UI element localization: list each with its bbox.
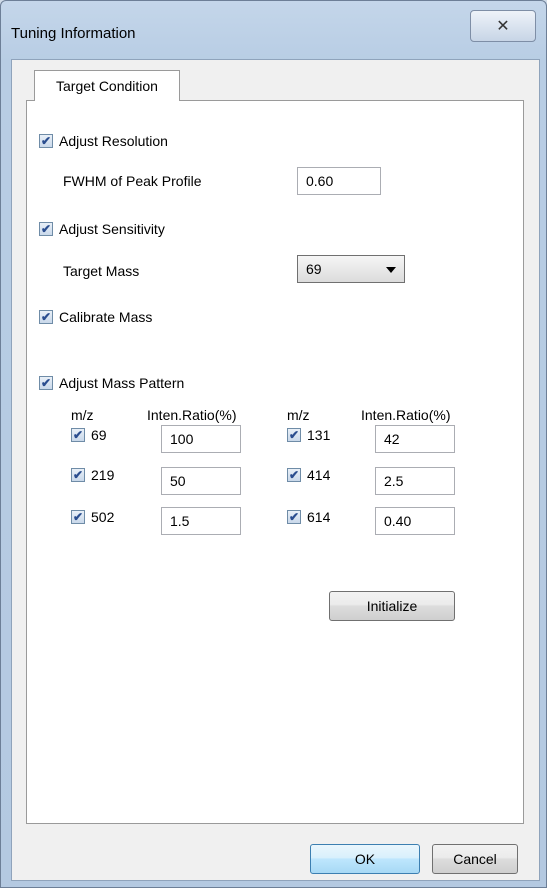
checkmark-icon: ✔ [71, 510, 85, 524]
ok-button[interactable]: OK [310, 844, 420, 874]
ratio-input-right-1[interactable]: 42 [375, 425, 455, 453]
mz-value: 414 [307, 467, 331, 483]
chevron-down-icon [386, 267, 396, 273]
adjust-resolution-checkbox[interactable]: ✔ Adjust Resolution [39, 133, 168, 149]
initialize-button[interactable]: Initialize [329, 591, 455, 621]
close-button[interactable]: ✕ [470, 10, 536, 42]
checkmark-icon: ✔ [39, 134, 53, 148]
checkmark-icon: ✔ [39, 310, 53, 324]
mz-value: 219 [91, 467, 115, 483]
mz-value: 502 [91, 509, 115, 525]
ratio-input-left-3[interactable]: 1.5 [161, 507, 241, 535]
checkmark-icon: ✔ [71, 428, 85, 442]
tab-panel: ✔ Adjust Resolution FWHM of Peak Profile… [26, 100, 524, 824]
tab-label: Target Condition [56, 78, 158, 94]
checkmark-icon: ✔ [287, 468, 301, 482]
tuning-dialog: Tuning Information ✕ Target Condition ✔ … [0, 0, 547, 888]
mz-checkbox-right-1[interactable]: ✔ 131 [287, 427, 330, 443]
mz-checkbox-left-3[interactable]: ✔ 502 [71, 509, 114, 525]
checkmark-icon: ✔ [39, 376, 53, 390]
mz-header-right: m/z [287, 407, 310, 423]
calibrate-mass-label: Calibrate Mass [59, 309, 153, 325]
mz-header-left: m/z [71, 407, 94, 423]
ratio-header-left: Inten.Ratio(%) [147, 407, 237, 423]
target-mass-select[interactable]: 69 [297, 255, 405, 283]
cancel-button[interactable]: Cancel [432, 844, 518, 874]
mz-checkbox-left-1[interactable]: ✔ 69 [71, 427, 107, 443]
window-title: Tuning Information [11, 25, 136, 42]
mz-value: 69 [91, 427, 107, 443]
ratio-input-left-1[interactable]: 100 [161, 425, 241, 453]
close-icon: ✕ [496, 18, 510, 35]
mz-checkbox-left-2[interactable]: ✔ 219 [71, 467, 114, 483]
fwhm-label: FWHM of Peak Profile [63, 173, 202, 189]
target-mass-value: 69 [306, 261, 322, 277]
target-mass-label: Target Mass [63, 263, 140, 279]
client-area: Target Condition ✔ Adjust Resolution FWH… [11, 59, 540, 881]
ratio-input-left-2[interactable]: 50 [161, 467, 241, 495]
adjust-mass-pattern-checkbox[interactable]: ✔ Adjust Mass Pattern [39, 375, 184, 391]
checkmark-icon: ✔ [287, 510, 301, 524]
adjust-resolution-label: Adjust Resolution [59, 133, 168, 149]
ratio-header-right: Inten.Ratio(%) [361, 407, 451, 423]
fwhm-input[interactable]: 0.60 [297, 167, 381, 195]
adjust-sensitivity-checkbox[interactable]: ✔ Adjust Sensitivity [39, 221, 165, 237]
mz-value: 614 [307, 509, 331, 525]
ratio-input-right-3[interactable]: 0.40 [375, 507, 455, 535]
mz-checkbox-right-3[interactable]: ✔ 614 [287, 509, 330, 525]
tab-target-condition[interactable]: Target Condition [34, 70, 180, 101]
adjust-mass-pattern-label: Adjust Mass Pattern [59, 375, 185, 391]
checkmark-icon: ✔ [39, 222, 53, 236]
mz-value: 131 [307, 427, 331, 443]
calibrate-mass-checkbox[interactable]: ✔ Calibrate Mass [39, 309, 152, 325]
checkmark-icon: ✔ [71, 468, 85, 482]
ratio-input-right-2[interactable]: 2.5 [375, 467, 455, 495]
mz-checkbox-right-2[interactable]: ✔ 414 [287, 467, 330, 483]
title-bar[interactable]: Tuning Information ✕ [1, 1, 546, 57]
adjust-sensitivity-label: Adjust Sensitivity [59, 221, 165, 237]
checkmark-icon: ✔ [287, 428, 301, 442]
